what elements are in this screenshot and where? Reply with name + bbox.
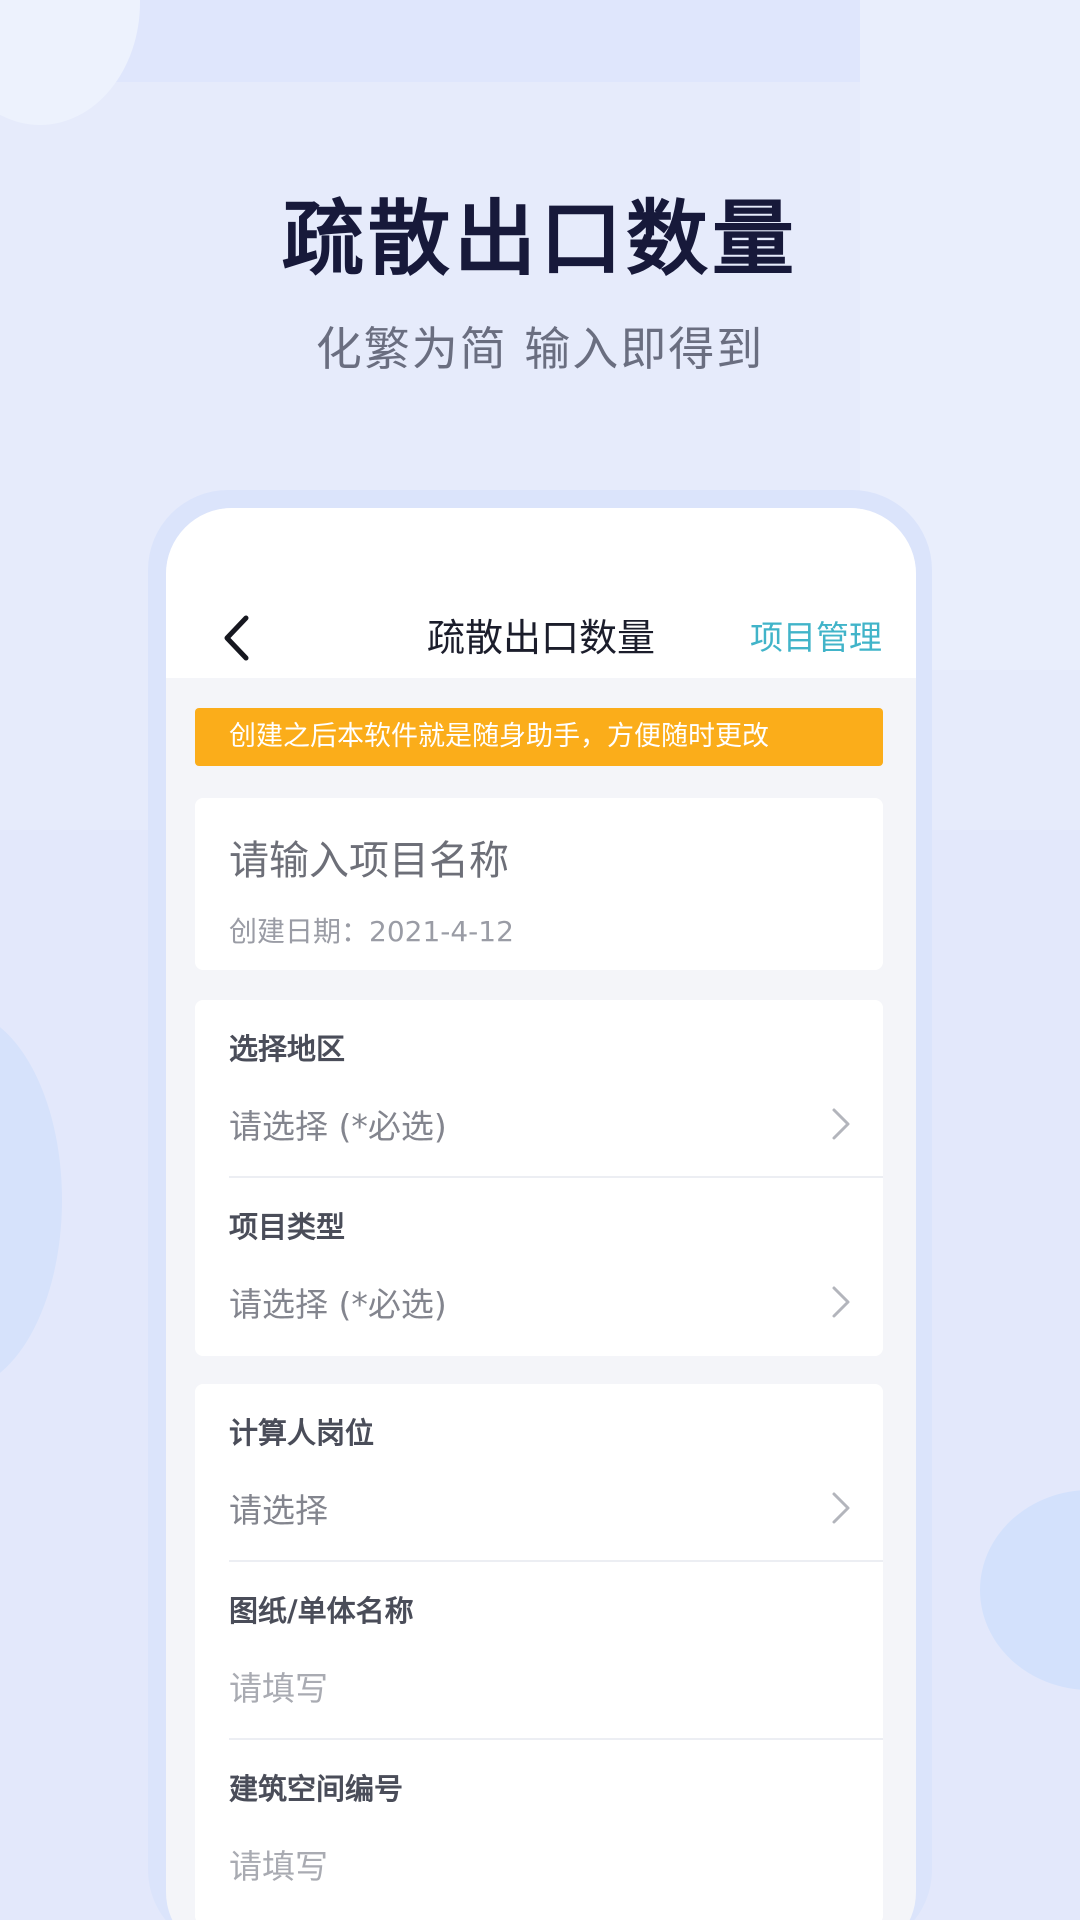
project-type-field[interactable]: 项目类型 请选择 (*必选) <box>195 1178 883 1356</box>
drawing-name-input[interactable]: 请填写 <box>229 1662 328 1710</box>
project-card: 请输入项目名称 创建日期：2021-4-12 <box>195 798 883 970</box>
required-fields-card: 选择地区 请选择 (*必选) 项目类型 请选择 (*必选) <box>195 1000 883 1356</box>
field-value: 请选择 (*必选) <box>229 1285 447 1324</box>
region-field[interactable]: 选择地区 请选择 (*必选) <box>195 1000 883 1178</box>
field-value: 请选择 <box>229 1491 328 1530</box>
chevron-right-icon <box>832 1108 850 1140</box>
field-value: 请选择 (*必选) <box>229 1107 447 1146</box>
field-label: 选择地区 <box>229 1032 346 1066</box>
field-label: 建筑空间编号 <box>229 1772 404 1806</box>
field-label: 项目类型 <box>229 1210 346 1244</box>
drawing-name-field[interactable]: 图纸/单体名称 请填写 <box>195 1562 883 1740</box>
hero-title: 疏散出口数量 <box>281 192 798 287</box>
notice-banner: 创建之后本软件就是随身助手，方便随时更改 <box>195 708 883 766</box>
chevron-right-icon <box>832 1286 850 1318</box>
chevron-right-icon <box>832 1492 850 1524</box>
space-number-field[interactable]: 建筑空间编号 请填写 <box>195 1740 883 1918</box>
project-management-link[interactable]: 项目管理 <box>750 608 882 668</box>
project-name-input[interactable]: 请输入项目名称 <box>229 828 509 886</box>
decorative-circle <box>0 0 140 125</box>
nav-bar: 疏散出口数量 项目管理 <box>166 508 916 678</box>
field-label: 图纸/单体名称 <box>229 1594 414 1628</box>
calculator-position-field[interactable]: 计算人岗位 请选择 <box>195 1384 883 1562</box>
optional-fields-card: 计算人岗位 请选择 图纸/单体名称 请填写 建筑空间编号 请填写 <box>195 1384 883 1920</box>
hero-subtitle: 化繁为简 输入即得到 <box>315 322 765 376</box>
create-date: 创建日期：2021-4-12 <box>229 915 514 948</box>
phone-screen: 疏散出口数量 项目管理 创建之后本软件就是随身助手，方便随时更改 请输入项目名称… <box>166 508 916 1920</box>
space-number-input[interactable]: 请填写 <box>229 1840 328 1888</box>
field-label: 计算人岗位 <box>229 1416 375 1450</box>
